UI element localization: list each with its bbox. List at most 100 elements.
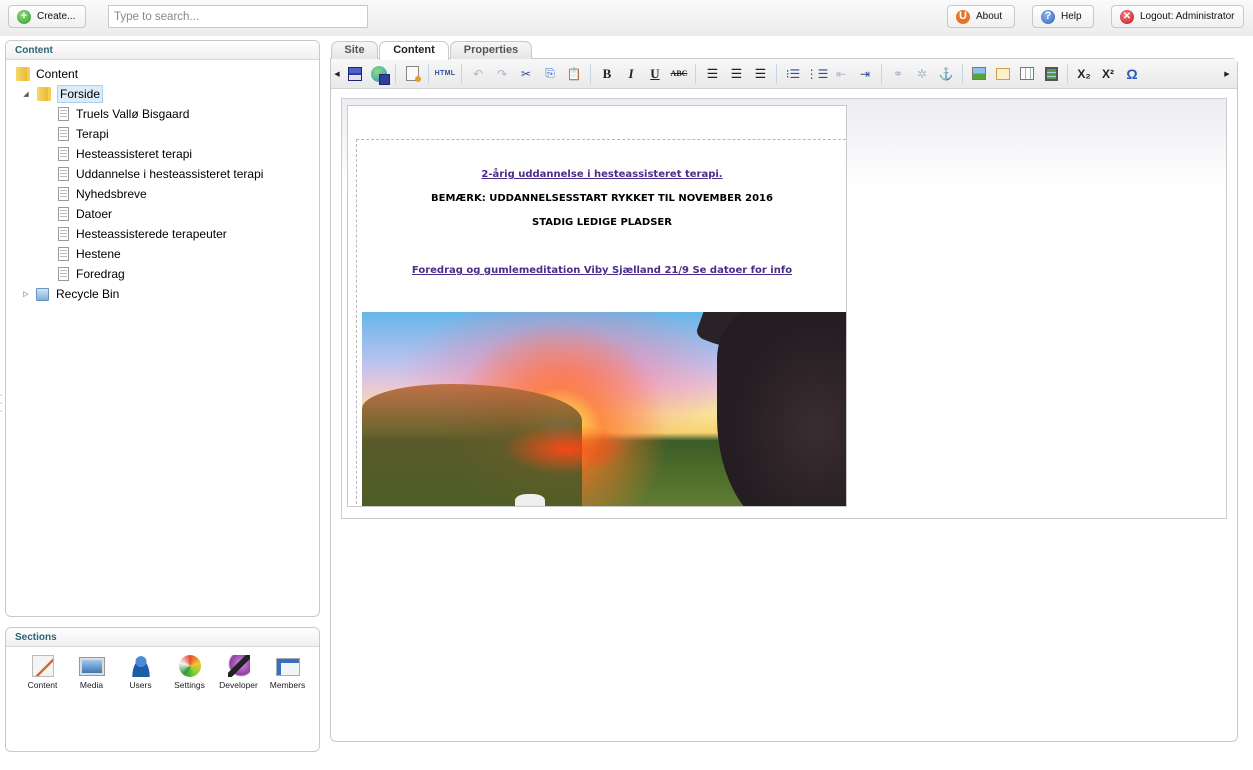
content-tree: Content ◢ Forside Truels Vallø Bisgaard … <box>6 60 319 304</box>
pencil-document-icon <box>31 655 54 677</box>
magic-wand-icon <box>227 655 250 677</box>
tree-node[interactable]: Hesteassisterede terapeuter <box>6 224 319 244</box>
outdent-button[interactable]: ⇤ <box>829 63 853 85</box>
save-publish-icon <box>371 65 390 85</box>
about-button[interactable]: U About <box>947 5 1015 28</box>
copy-button[interactable]: ⎘ <box>538 63 562 85</box>
document-icon <box>58 247 69 261</box>
sunset-horse-image[interactable] <box>362 312 846 506</box>
toolbar-collapse-icon[interactable]: ◀ <box>331 70 343 78</box>
paste-button[interactable]: 📋 <box>562 63 586 85</box>
insert-table-button[interactable] <box>1015 63 1039 85</box>
indent-button[interactable]: ⇥ <box>853 63 877 85</box>
section-content[interactable]: Content <box>18 655 67 690</box>
content-table: 2-årig uddannelse i hesteassisteret tera… <box>356 139 846 506</box>
tree-node-recycle-bin[interactable]: ▷ Recycle Bin <box>6 284 319 304</box>
cut-button[interactable]: ✂ <box>514 63 538 85</box>
panel-resize-handle[interactable]: ▫ ▫ ▫ <box>0 392 5 416</box>
lecture-link[interactable]: Foredrag og gumlemeditation Viby Sjællan… <box>357 265 846 276</box>
help-label: Help <box>1061 11 1082 22</box>
align-right-button[interactable]: ☰ <box>748 63 772 85</box>
save-and-publish-button[interactable] <box>367 63 391 85</box>
bullet-list-button[interactable]: ⁝☰ <box>781 63 805 85</box>
section-users[interactable]: Users <box>116 655 165 690</box>
tree-node[interactable]: Truels Vallø Bisgaard <box>6 104 319 124</box>
align-left-button[interactable]: ☰ <box>700 63 724 85</box>
document-icon <box>58 227 69 241</box>
create-button[interactable]: + Create... <box>8 5 86 28</box>
tree-node-label-selected: Forside <box>57 85 104 103</box>
tree-node[interactable]: Terapi <box>6 124 319 144</box>
folder-icon <box>37 87 51 101</box>
section-settings[interactable]: Settings <box>165 655 214 690</box>
insert-macro-button[interactable] <box>991 63 1015 85</box>
tree-node-forside[interactable]: ◢ Forside <box>6 84 319 104</box>
tab-site[interactable]: Site <box>331 41 378 59</box>
italic-button[interactable]: I <box>619 63 643 85</box>
strikethrough-button[interactable]: ABC <box>667 63 691 85</box>
preview-icon <box>405 66 421 82</box>
toolbar-expand-icon[interactable]: ▶ <box>1221 70 1233 78</box>
document-icon <box>58 187 69 201</box>
expand-arrow-icon[interactable]: ◢ <box>21 90 31 98</box>
toolbar-separator <box>395 63 396 84</box>
plus-icon: + <box>17 9 31 24</box>
superscript-button[interactable]: X² <box>1096 63 1120 85</box>
tree-node-label: Hesteassisteret terapi <box>76 147 193 161</box>
subscript-button[interactable]: X₂ <box>1072 63 1096 85</box>
toolbar-separator <box>881 63 882 84</box>
insert-media-button[interactable] <box>1039 63 1063 85</box>
unlink-button[interactable]: ✲ <box>910 63 934 85</box>
tree-node-label: Truels Vallø Bisgaard <box>76 107 190 121</box>
document-icon <box>58 167 69 181</box>
color-wheel-icon <box>178 655 201 677</box>
tree-node-label: Hestene <box>76 247 121 261</box>
editor-toolbar: ◀ HTML ↶ ↷ ✂ ⎘ 📋 B I U ABC ☰ ☰ ☰ ⁝☰ ⋮☰ ⇤… <box>331 59 1237 89</box>
tree-node[interactable]: Foredrag <box>6 264 319 284</box>
redo-button[interactable]: ↷ <box>490 63 514 85</box>
course-link[interactable]: 2-årig uddannelse i hesteassisteret tera… <box>357 169 846 180</box>
numbered-list-button[interactable]: ⋮☰ <box>805 63 829 85</box>
question-icon: ? <box>1041 9 1055 24</box>
tree-node[interactable]: Uddannelse i hesteassisteret terapi <box>6 164 319 184</box>
tree-node[interactable]: Nyhedsbreve <box>6 184 319 204</box>
underline-button[interactable]: U <box>643 63 667 85</box>
help-button[interactable]: ? Help <box>1032 5 1094 28</box>
section-label: Media <box>79 680 104 690</box>
special-character-button[interactable]: Ω <box>1120 63 1144 85</box>
sections-panel-title: Sections <box>6 628 319 647</box>
content-panel-title: Content <box>6 41 319 60</box>
tree-node[interactable]: Datoer <box>6 204 319 224</box>
section-label: Members <box>269 680 306 690</box>
section-label: Developer <box>219 680 258 690</box>
section-label: Content <box>27 680 58 690</box>
insert-image-button[interactable] <box>967 63 991 85</box>
search-input[interactable] <box>108 5 368 28</box>
tree-node-label: Foredrag <box>76 267 125 281</box>
logout-button[interactable]: ✕ Logout: Administrator <box>1111 5 1244 28</box>
document-icon <box>58 107 69 121</box>
section-media[interactable]: Media <box>67 655 116 690</box>
tab-content[interactable]: Content <box>379 41 449 60</box>
editor-document[interactable]: 2-årig uddannelse i hesteassisteret tera… <box>347 105 847 507</box>
availability-text: STADIG LEDIGE PLADSER <box>532 217 672 228</box>
document-icon <box>58 207 69 221</box>
tab-properties[interactable]: Properties <box>450 41 532 59</box>
tree-node[interactable]: Hesteassisteret terapi <box>6 144 319 164</box>
save-button[interactable] <box>343 63 367 85</box>
bold-button[interactable]: B <box>595 63 619 85</box>
section-members[interactable]: Members <box>263 655 312 690</box>
align-center-button[interactable]: ☰ <box>724 63 748 85</box>
section-developer[interactable]: Developer <box>214 655 263 690</box>
preview-button[interactable] <box>400 63 424 85</box>
html-source-button[interactable]: HTML <box>433 63 457 85</box>
anchor-button[interactable]: ⚓ <box>934 63 958 85</box>
undo-button[interactable]: ↶ <box>466 63 490 85</box>
tree-node-root[interactable]: Content <box>6 64 319 84</box>
section-label: Settings <box>174 680 205 690</box>
notice-text: BEMÆRK: UDDANNELSESSTART RYKKET TIL NOVE… <box>431 193 773 204</box>
tree-node[interactable]: Hestene <box>6 244 319 264</box>
insert-link-button[interactable]: ⚭ <box>886 63 910 85</box>
expand-arrow-icon[interactable]: ▷ <box>21 290 31 298</box>
document-icon <box>58 147 69 161</box>
